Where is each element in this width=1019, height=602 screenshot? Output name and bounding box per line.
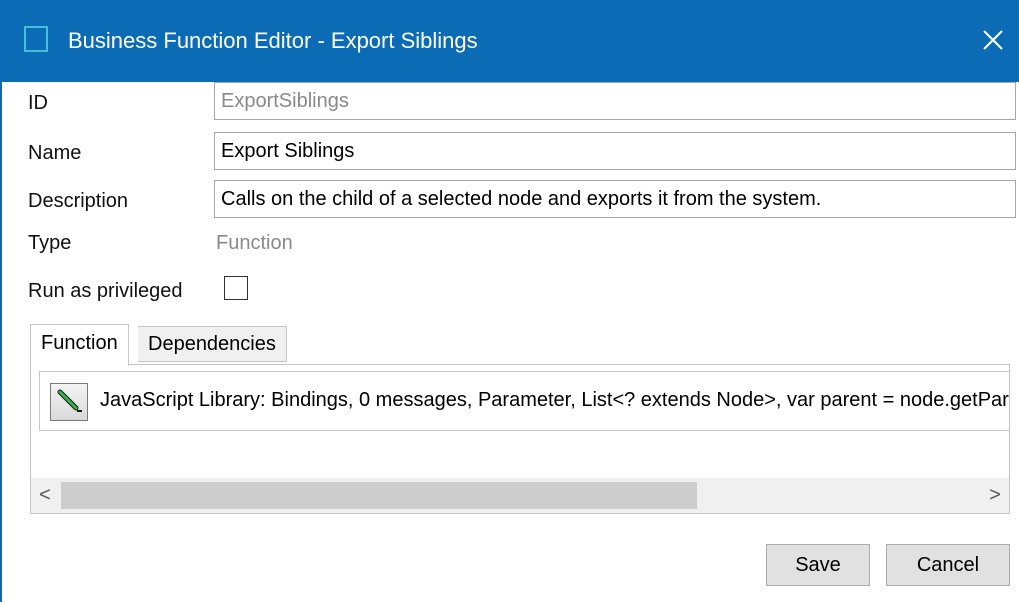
window-square-icon (24, 26, 48, 52)
run-as-privileged-checkbox[interactable] (224, 276, 248, 300)
function-tab-panel: JavaScript Library: Bindings, 0 messages… (30, 364, 1010, 514)
type-label: Type (28, 232, 72, 254)
description-label: Description (28, 190, 129, 212)
pencil-edit-icon (57, 389, 82, 412)
close-x-icon (983, 30, 1003, 50)
cancel-button[interactable]: Cancel (886, 544, 1010, 586)
save-button[interactable]: Save (766, 544, 870, 586)
business-function-editor-window: Business Function Editor - Export Siblin… (0, 0, 1019, 602)
edit-function-button[interactable] (50, 383, 88, 421)
horizontal-scrollbar[interactable]: < > (31, 478, 1009, 513)
name-label: Name (28, 142, 82, 164)
name-field[interactable]: Export Siblings (214, 132, 1016, 170)
run-as-privileged-label: Run as privileged (28, 280, 183, 302)
window-title: Business Function Editor - Export Siblin… (68, 28, 478, 53)
function-row: JavaScript Library: Bindings, 0 messages… (39, 371, 1010, 431)
id-label: ID (28, 92, 48, 114)
description-field[interactable]: Calls on the child of a selected node an… (214, 180, 1016, 218)
tab-function[interactable]: Function (30, 324, 129, 366)
tab-dependencies[interactable]: Dependencies (138, 326, 287, 362)
scroll-right-arrow[interactable]: > (981, 478, 1009, 513)
close-button[interactable] (965, 20, 1019, 60)
scroll-thumb[interactable] (61, 482, 697, 509)
scroll-left-arrow[interactable]: < (31, 478, 59, 513)
title-bar: Business Function Editor - Export Siblin… (2, 0, 1019, 82)
id-field[interactable]: ExportSiblings (214, 82, 1016, 120)
function-summary: JavaScript Library: Bindings, 0 messages… (100, 389, 1010, 411)
type-value: Function (216, 232, 293, 254)
